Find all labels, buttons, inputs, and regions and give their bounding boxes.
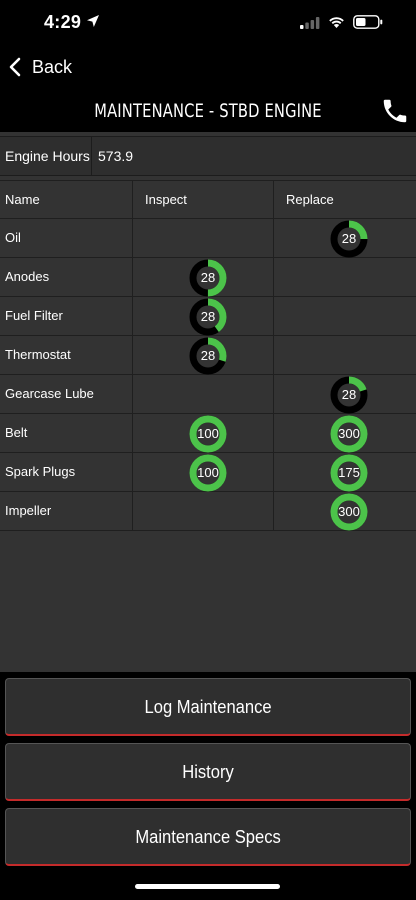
log-maintenance-button[interactable]: Log Maintenance (5, 678, 411, 736)
table-row[interactable]: Anodes 28 (0, 258, 416, 297)
replace-cell (274, 336, 416, 374)
battery-icon (353, 15, 383, 29)
replace-cell: 300 (274, 414, 416, 453)
gauge-value: 28 (200, 309, 216, 324)
service-gauge: 28 (189, 259, 227, 297)
gauge-value: 300 (338, 426, 360, 441)
table-row[interactable]: Impeller 300 (0, 492, 416, 531)
table-row[interactable]: Gearcase Lube 28 (0, 375, 416, 414)
row-name: Thermostat (0, 336, 133, 374)
row-name: Oil (0, 219, 133, 257)
status-bar: 4:29 (0, 0, 416, 44)
main-content: Engine Hours 573.9 Name Inspect Replace … (0, 132, 416, 672)
gauge-value: 100 (197, 465, 219, 480)
log-maintenance-label: Log Maintenance (144, 697, 272, 717)
gauge-value: 175 (338, 465, 360, 480)
maintenance-table: Name Inspect Replace Oil 28 Anodes 28 Fuel F… (0, 180, 416, 531)
inspect-cell (133, 375, 274, 413)
inspect-cell: 28 (133, 336, 274, 375)
chevron-left-icon (9, 57, 21, 77)
row-name: Impeller (0, 492, 133, 530)
home-indicator (135, 884, 280, 889)
engine-hours-row: Engine Hours 573.9 (0, 136, 416, 176)
replace-cell: 28 (274, 375, 416, 414)
row-name: Belt (0, 414, 133, 452)
gauge-value: 28 (341, 387, 357, 402)
service-gauge: 28 (189, 337, 227, 375)
back-label: Back (32, 56, 73, 77)
phone-icon[interactable] (380, 96, 410, 126)
back-button[interactable]: Back (8, 52, 72, 82)
row-name: Gearcase Lube (0, 375, 133, 413)
gauge-value: 28 (200, 270, 216, 285)
service-gauge: 300 (330, 493, 368, 531)
inspect-cell: 100 (133, 414, 274, 453)
service-gauge: 175 (330, 454, 368, 492)
gauge-value: 28 (200, 348, 216, 363)
inspect-cell: 28 (133, 258, 274, 297)
service-gauge: 28 (330, 220, 368, 258)
cellular-signal-icon (300, 17, 320, 29)
page-title: MAINTENANCE - STBD ENGINE (94, 100, 322, 122)
location-arrow-icon (87, 15, 99, 27)
replace-cell: 175 (274, 453, 416, 492)
service-gauge: 100 (189, 415, 227, 453)
table-row[interactable]: Belt 100 300 (0, 414, 416, 453)
title-bar: MAINTENANCE - STBD ENGINE (0, 90, 416, 132)
history-button[interactable]: History (5, 743, 411, 801)
wifi-icon (329, 17, 344, 28)
row-name: Anodes (0, 258, 133, 296)
gauge-value: 100 (197, 426, 219, 441)
replace-cell: 28 (274, 219, 416, 258)
replace-cell: 300 (274, 492, 416, 531)
service-gauge: 28 (189, 298, 227, 336)
table-row[interactable]: Thermostat 28 (0, 336, 416, 375)
maintenance-specs-label: Maintenance Specs (135, 827, 281, 847)
table-row[interactable]: Fuel Filter 28 (0, 297, 416, 336)
status-time: 4:29 (44, 12, 82, 32)
column-header-name: Name (0, 181, 133, 219)
replace-cell (274, 297, 416, 335)
table-header-row: Name Inspect Replace (0, 180, 416, 219)
column-header-replace: Replace (286, 192, 334, 207)
inspect-cell (133, 492, 274, 530)
inspect-cell: 100 (133, 453, 274, 492)
inspect-cell (133, 219, 274, 257)
row-name: Spark Plugs (0, 453, 133, 491)
gauge-value: 300 (338, 504, 360, 519)
service-gauge: 28 (330, 376, 368, 414)
column-header-inspect: Inspect (133, 181, 274, 219)
engine-hours-label: Engine Hours (0, 137, 92, 175)
history-label: History (182, 762, 234, 782)
gauge-value: 28 (341, 231, 357, 246)
table-body: Oil 28 Anodes 28 Fuel Filter 28 Thermostat 28 Ge… (0, 219, 416, 531)
replace-cell (274, 258, 416, 296)
row-name: Fuel Filter (0, 297, 133, 335)
table-row[interactable]: Spark Plugs 100 175 (0, 453, 416, 492)
service-gauge: 100 (189, 454, 227, 492)
service-gauge: 300 (330, 415, 368, 453)
maintenance-specs-button[interactable]: Maintenance Specs (5, 808, 411, 866)
engine-hours-value: 573.9 (98, 148, 134, 164)
inspect-cell: 28 (133, 297, 274, 336)
table-row[interactable]: Oil 28 (0, 219, 416, 258)
